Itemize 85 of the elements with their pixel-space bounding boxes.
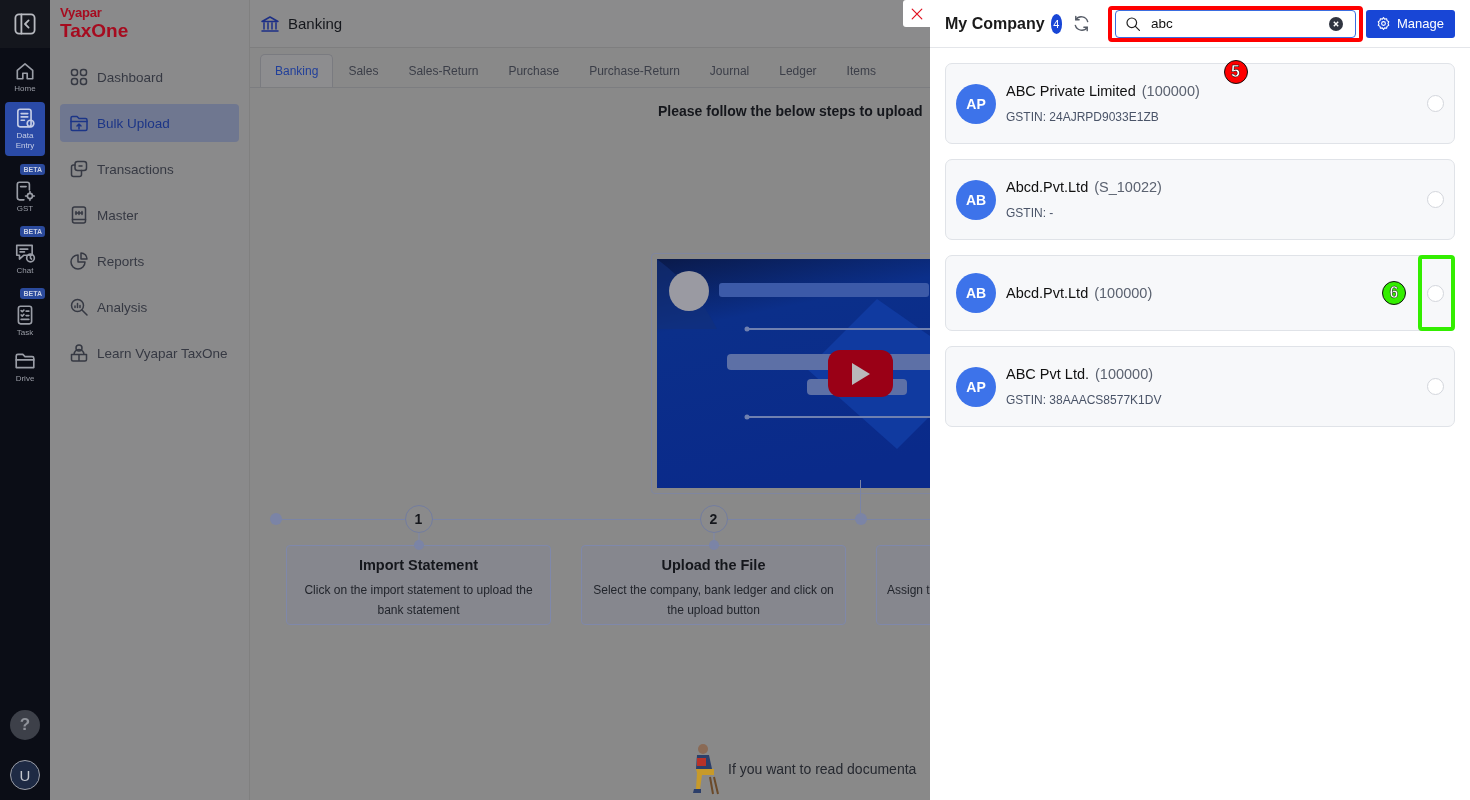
company-code: (100000): [1094, 284, 1153, 303]
menu-item[interactable]: Transactions: [60, 150, 239, 188]
company-avatar: AB: [956, 273, 996, 313]
company-code: (100000): [1141, 82, 1200, 101]
company-avatar: AP: [956, 83, 996, 124]
company-name: Abcd.Pvt.Ltd: [1006, 178, 1089, 197]
refresh-button[interactable]: [1072, 14, 1091, 33]
home-icon: [14, 60, 36, 82]
grid-icon: [69, 67, 89, 87]
person-book-icon: [69, 343, 89, 363]
step-title: Import Statement: [357, 556, 480, 575]
company-gstin: GSTIN: 38AAACS8577K1DV: [1006, 392, 1162, 409]
company-avatar: AB: [956, 179, 996, 220]
step-number: 2: [699, 505, 728, 533]
tab[interactable]: Ledger: [764, 54, 832, 87]
clear-button[interactable]: [1329, 16, 1343, 31]
nav-item[interactable]: Chat: [5, 238, 45, 280]
document-icon: [14, 107, 36, 129]
page-title: Banking: [288, 15, 343, 32]
cards-icon: [69, 159, 89, 179]
settings-icon: [1376, 16, 1391, 31]
document-gear-icon: [14, 180, 36, 202]
radio-button[interactable]: [1427, 95, 1444, 112]
close-button[interactable]: [903, 0, 930, 27]
menu-item[interactable]: Bulk Upload: [60, 104, 239, 142]
clear-icon: [1329, 16, 1343, 31]
tab[interactable]: Journal: [694, 54, 765, 87]
refresh-icon: [1072, 14, 1091, 33]
step-title: Upload the File: [660, 556, 767, 575]
menu-item[interactable]: Master: [60, 196, 239, 234]
menu-item[interactable]: Dashboard: [60, 58, 239, 96]
company-name: Abcd.Pvt.Ltd: [1006, 284, 1089, 303]
pie-chart-icon: [69, 251, 89, 271]
documentation-text: If you want to read documenta: [728, 761, 917, 777]
company-gstin: GSTIN: -: [1006, 205, 1055, 222]
drawer-title: My Company: [945, 14, 1045, 33]
tab[interactable]: Purchase-Return: [574, 54, 695, 87]
company-code: (100000): [1095, 365, 1154, 384]
company-card[interactable]: AP ABC Pvt Ltd. (100000) GSTIN: 38AAACS8577K1DV: [945, 346, 1455, 427]
radio-button[interactable]: [1427, 191, 1444, 208]
tab[interactable]: Purchase: [493, 54, 575, 87]
step-description: Select the company, bank ledger and click on the upload button: [592, 582, 835, 619]
company-name: ABC Pvt Ltd.: [1006, 365, 1089, 384]
company-code: (S_10022): [1094, 178, 1162, 197]
play-icon: [851, 362, 870, 385]
search-field[interactable]: abc: [1115, 9, 1356, 38]
logo-text: TaxOne: [60, 20, 130, 42]
step-description: Assign t: [887, 582, 930, 599]
nav-item[interactable]: GST: [5, 176, 45, 218]
step-number: 1: [404, 505, 433, 533]
nav-item[interactable]: Task: [5, 300, 45, 342]
tab[interactable]: Items: [831, 54, 891, 87]
user-avatar[interactable]: U: [10, 760, 40, 790]
menu-item[interactable]: Analysis: [60, 288, 239, 326]
manage-button[interactable]: Manage: [1366, 9, 1455, 38]
step-marker: 6: [1382, 281, 1406, 305]
company-card[interactable]: AB Abcd.Pvt.Ltd (100000) 6: [945, 255, 1455, 331]
company-avatar: AP: [956, 366, 996, 407]
menu-item[interactable]: Reports: [60, 242, 239, 280]
help-button[interactable]: ?: [10, 710, 40, 740]
logo-text: Vyapar: [60, 6, 103, 20]
company-card[interactable]: AB Abcd.Pvt.Ltd (S_10022) GSTIN: -: [945, 159, 1455, 240]
play-button[interactable]: [828, 350, 893, 397]
search-icon: [1125, 15, 1141, 32]
nav-item[interactable]: Home: [5, 56, 45, 98]
panel-collapse-icon: [13, 12, 37, 36]
folder-upload-icon: [69, 113, 89, 133]
nav-item[interactable]: Drive: [5, 346, 45, 388]
tab[interactable]: Sales-Return: [393, 54, 494, 87]
sidebar-toggle-button[interactable]: [0, 0, 50, 48]
tab[interactable]: Sales: [333, 54, 394, 87]
company-gstin: GSTIN: 24AJRPD9033E1ZB: [1006, 109, 1160, 126]
ledger-book-icon: [69, 205, 89, 225]
menu-item[interactable]: Learn Vyapar TaxOne: [60, 334, 239, 372]
step-description: Click on the import statement to upload the bank statement: [303, 582, 534, 619]
chat-clock-icon: [14, 242, 36, 264]
nav-item[interactable]: Data Entry: [5, 102, 45, 156]
search-chart-icon: [69, 297, 89, 317]
instruction-text: Please follow the below steps to upload: [658, 102, 924, 120]
tab[interactable]: Banking: [260, 54, 334, 87]
radio-button[interactable]: [1427, 378, 1444, 395]
count-badge: 4: [1050, 13, 1062, 34]
radio-button[interactable]: [1427, 284, 1444, 302]
company-name: ABC Private Limited: [1006, 82, 1136, 101]
bank-icon: [260, 13, 280, 34]
